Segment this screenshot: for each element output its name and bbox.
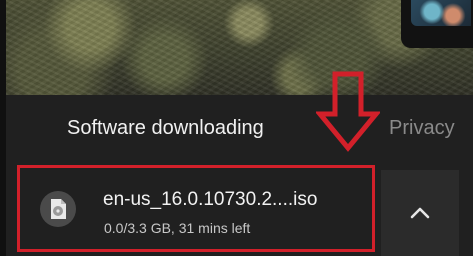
down-arrow-annotation [316, 71, 380, 152]
thumbnail-image[interactable] [411, 0, 471, 26]
expand-downloads-button[interactable] [381, 170, 459, 256]
downloads-bar-title: Software downloading [67, 117, 264, 139]
chevron-up-icon [410, 207, 430, 219]
disc-file-icon [40, 191, 76, 227]
download-file-name: en-us_16.0.10730.2....iso [103, 189, 318, 210]
privacy-link[interactable]: Privacy [389, 116, 455, 140]
download-progress-status: 0.0/3.3 GB, 31 mins left [104, 220, 251, 236]
download-item[interactable]: en-us_16.0.10730.2....iso 0.0/3.3 GB, 31… [17, 165, 375, 252]
